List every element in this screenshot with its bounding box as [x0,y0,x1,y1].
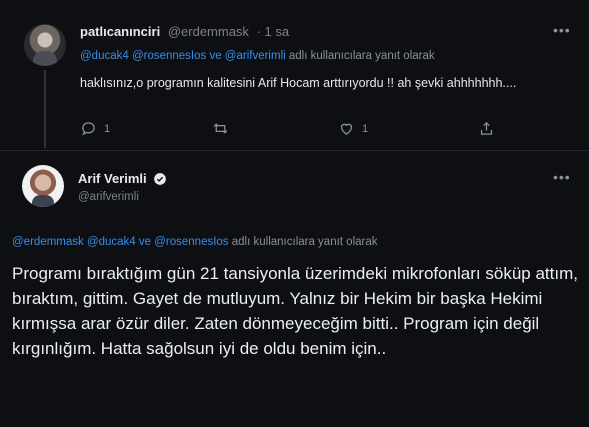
share-button[interactable] [478,120,495,137]
reply-tweet-header: patlıcanınciri @erdemmask · 1 sa [80,24,289,39]
thread-connector-line [44,70,46,148]
user-handle[interactable]: @arifverimli [78,191,139,203]
tweet-text: Programı bıraktığım gün 21 tansiyonla üz… [12,264,578,358]
verified-badge-icon [153,172,166,185]
replying-to-suffix: adlı kullanıcılara yanıt olarak [288,50,435,62]
replying-to: @ducak4 @rosennesIos ve @arifverimli adl… [80,50,435,62]
retweet-icon [213,123,228,134]
display-name[interactable]: patlıcanınciri [80,24,160,39]
replying-to-suffix: adlı kullanıcılara yanıt olarak [231,236,378,248]
user-handle[interactable]: @erdemmask [168,24,249,39]
like-button[interactable]: 1 [338,120,368,137]
replying-to: @erdemmask @ducak4 ve @rosennesIos adlı … [12,236,378,248]
display-name[interactable]: Arif Verimli [78,171,147,186]
avatar[interactable] [24,24,66,66]
main-tweet[interactable]: Arif Verimli @arifverimli ••• @erdemmask… [0,151,589,427]
reply-mentions[interactable]: @ducak4 @rosennesIos ve @arifverimli [80,50,286,62]
reply-button[interactable]: 1 [80,120,110,137]
share-icon [480,121,493,135]
avatar[interactable] [22,165,64,207]
more-icon[interactable]: ••• [553,169,571,185]
timestamp[interactable]: · 1 sa [257,24,290,39]
display-name-row: Arif Verimli [78,171,167,186]
reply-count: 1 [104,122,111,135]
reply-mentions[interactable]: @erdemmask @ducak4 ve @rosennesIos [12,236,229,248]
retweet-button[interactable] [212,120,236,137]
tweet-actions: 1 1 [80,120,550,142]
more-icon[interactable]: ••• [553,22,571,38]
tweet-text: haklısınız,o programın kalitesini Arif H… [80,76,517,90]
comment-icon [82,122,95,136]
reply-tweet[interactable]: patlıcanınciri @erdemmask · 1 sa ••• @du… [0,0,589,151]
like-count: 1 [362,122,369,135]
heart-icon [340,123,353,135]
